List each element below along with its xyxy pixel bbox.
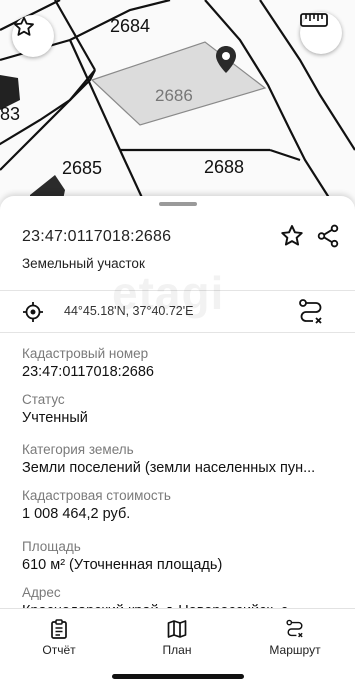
divider — [0, 332, 355, 333]
tab-route-label: Маршрут — [269, 643, 321, 657]
field-value-status: Учтенный — [22, 410, 88, 426]
clipboard-icon — [51, 619, 67, 639]
map-view[interactable]: 2684 2686 2685 2688 83 — [0, 0, 355, 215]
share-button[interactable] — [315, 223, 341, 249]
parcel-label-2688: 2688 — [204, 157, 245, 177]
field-value-land-category: Земли поселений (земли населенных пун... — [22, 460, 316, 476]
field-label-cadastral-number: Кадастровый номер — [22, 346, 149, 361]
favorite-button[interactable] — [279, 223, 305, 249]
selected-parcel — [90, 41, 267, 126]
parcel-label-83: 83 — [0, 104, 21, 124]
tab-plan-label: План — [162, 643, 192, 657]
tab-report-label: Отчёт — [42, 643, 76, 657]
map-icon — [167, 620, 187, 638]
favorite-map-button[interactable] — [12, 15, 54, 57]
star-icon — [14, 16, 34, 36]
field-value-cadastral-number: 23:47:0117018:2686 — [22, 364, 154, 380]
field-label-cadastral-value: Кадастровая стоимость — [22, 488, 171, 503]
field-label-area: Площадь — [22, 539, 81, 554]
sheet-drag-handle[interactable] — [159, 202, 197, 206]
ruler-button[interactable] — [300, 12, 342, 54]
field-label-status: Статус — [22, 392, 65, 407]
field-label-address: Адрес — [22, 585, 61, 600]
field-value-area: 610 м² (Уточненная площадь) — [22, 557, 223, 573]
location-target-icon — [23, 302, 43, 322]
home-indicator — [112, 674, 244, 679]
watermark: etagi — [112, 267, 225, 319]
star-icon — [281, 225, 303, 246]
route-icon — [286, 619, 303, 638]
cadastral-number-title: 23:47:0117018:2686 — [22, 228, 172, 245]
route-icon[interactable] — [298, 298, 324, 326]
parcel-label-2685: 2685 — [62, 158, 103, 178]
parcel-label-2684: 2684 — [110, 16, 151, 36]
field-label-land-category: Категория земель — [22, 442, 134, 457]
tab-route[interactable]: Маршрут — [250, 619, 340, 657]
tab-report[interactable]: Отчёт — [14, 619, 104, 657]
ruler-icon — [300, 13, 328, 27]
parcel-label-2686: 2686 — [155, 86, 193, 105]
field-value-cadastral-value: 1 008 464,2 руб. — [22, 506, 131, 522]
parcel-info-sheet: 23:47:0117018:2686 Земельный участок 44°… — [0, 196, 355, 616]
tab-plan[interactable]: План — [132, 619, 222, 657]
share-icon — [317, 224, 339, 248]
